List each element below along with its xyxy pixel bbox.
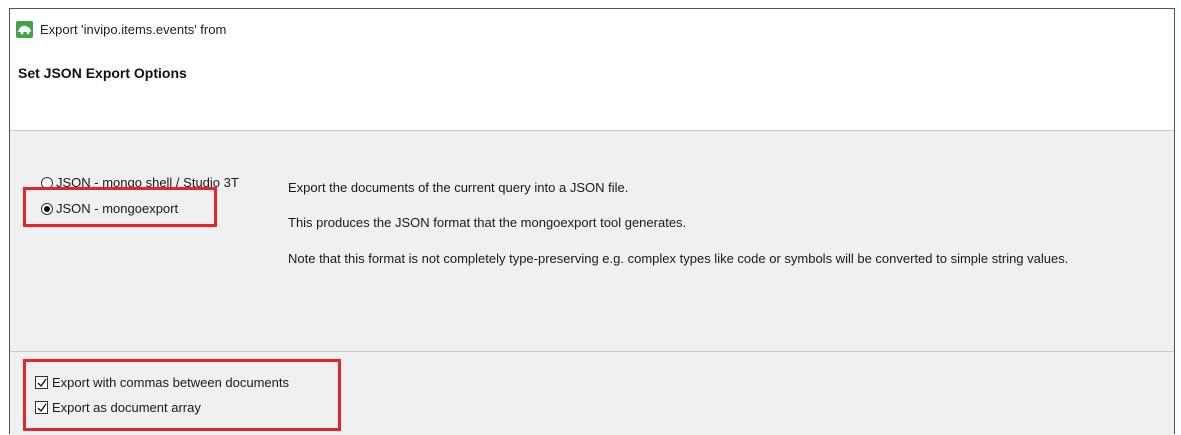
page-title: Set JSON Export Options [18, 65, 187, 81]
window-title: Export 'invipo.items.events' from [40, 22, 227, 37]
description-line-2: This produces the JSON format that the m… [288, 215, 687, 230]
dialog-header: Export 'invipo.items.events' from Set JS… [10, 9, 1174, 131]
description-line-1: Export the documents of the current quer… [288, 180, 629, 195]
divider [10, 351, 1174, 352]
description-line-3: Note that this format is not completely … [288, 251, 1069, 266]
highlight-box-mongoexport [23, 187, 217, 227]
highlight-box-checkboxes [23, 359, 341, 431]
studio3t-icon [16, 21, 33, 38]
